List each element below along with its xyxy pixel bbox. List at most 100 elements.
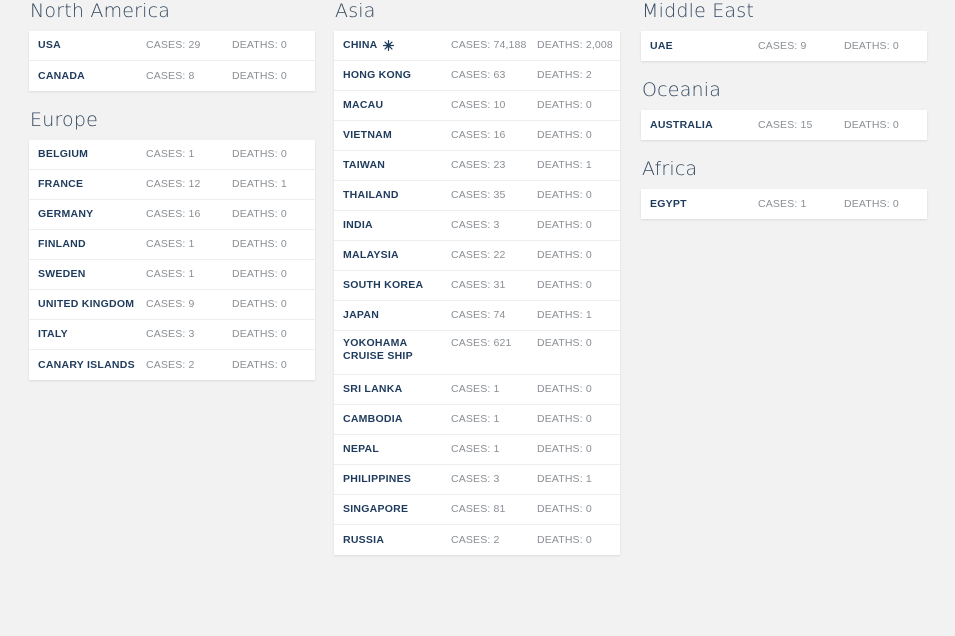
country-label: UNITED KINGDOM — [38, 298, 135, 310]
deaths-value: DEATHS: 1 — [537, 473, 592, 485]
region-card: CHINA CASES: 74,188 DEATHS: 2,008 HONG KONG… — [334, 31, 620, 555]
region-title: North America — [30, 0, 171, 22]
table-row[interactable]: SINGAPORE CASES: 81 DEATHS: 0 — [334, 495, 620, 525]
table-row[interactable]: CAMBODIA CASES: 1 DEATHS: 0 — [334, 405, 620, 435]
table-row[interactable]: RUSSIA CASES: 2 DEATHS: 0 — [334, 525, 620, 555]
cases-value: CASES: 22 — [451, 249, 506, 261]
country-label: RUSSIA — [343, 533, 385, 546]
country-label: AUSTRALIA — [650, 118, 713, 131]
table-row[interactable]: SOUTH KOREA CASES: 31 DEATHS: 0 — [334, 271, 620, 301]
cases-value: CASES: 12 — [146, 178, 201, 190]
virus-origin-icon — [382, 40, 394, 51]
deaths-value: DEATHS: 0 — [537, 413, 592, 425]
table-row[interactable]: SRI LANKA CASES: 1 DEATHS: 0 — [334, 375, 620, 405]
deaths-value: DEATHS: 0 — [232, 208, 287, 220]
cases-value: CASES: 1 — [451, 413, 500, 425]
region-column-center: Asia CHINA CASES: 74,188 DEATHS: 2,008 HONG … — [334, 0, 620, 573]
region-block-north-america: North America USA CASES: 29 DEATHS: 0 CANADA… — [29, 0, 315, 91]
table-row[interactable]: EGYPT CASES: 1 DEATHS: 0 — [641, 189, 927, 219]
table-row[interactable]: AUSTRALIA CASES: 15 DEATHS: 0 — [641, 110, 927, 140]
country-label: CANADA — [38, 69, 85, 82]
country-cell: JAPAN — [343, 309, 451, 322]
cases-value: CASES: 621 — [451, 337, 512, 349]
region-block-africa: Africa EGYPT CASES: 1 DEATHS: 0 — [641, 158, 927, 219]
country-label: NEPAL — [343, 443, 380, 455]
country-label: CHINA — [343, 39, 378, 51]
table-row[interactable]: MACAU CASES: 10 DEATHS: 0 — [334, 91, 620, 121]
table-row[interactable]: FINLAND CASES: 1 DEATHS: 0 — [29, 230, 315, 260]
country-cell: HONG KONG — [343, 69, 451, 82]
cases-value: CASES: 8 — [146, 69, 195, 82]
table-row[interactable]: THAILAND CASES: 35 DEATHS: 0 — [334, 181, 620, 211]
table-row[interactable]: FRANCE CASES: 12 DEATHS: 1 — [29, 170, 315, 200]
deaths-value: DEATHS: 2,008 — [537, 39, 613, 51]
deaths-value: DEATHS: 0 — [537, 279, 592, 291]
table-row[interactable]: HONG KONG CASES: 63 DEATHS: 2 — [334, 61, 620, 91]
table-row[interactable]: INDIA CASES: 3 DEATHS: 0 — [334, 211, 620, 241]
table-row[interactable]: YOKOHAMA CRUISE SHIP CASES: 621 DEATHS: 0 — [334, 331, 620, 375]
deaths-value: DEATHS: 0 — [232, 39, 287, 51]
region-title: Oceania — [642, 79, 722, 101]
country-label: YOKOHAMA CRUISE SHIP — [343, 337, 413, 362]
country-label: FRANCE — [38, 178, 84, 190]
deaths-value: DEATHS: 1 — [232, 178, 287, 190]
table-row[interactable]: CANARY ISLANDS CASES: 2 DEATHS: 0 — [29, 350, 315, 380]
country-cell: TAIWAN — [343, 159, 451, 172]
country-cell: FRANCE — [38, 178, 146, 191]
country-cell: SOUTH KOREA — [343, 279, 451, 292]
country-cell: BELGIUM — [38, 148, 146, 161]
table-row[interactable]: CANADA CASES: 8 DEATHS: 0 — [29, 61, 315, 91]
table-row[interactable]: UNITED KINGDOM CASES: 9 DEATHS: 0 — [29, 290, 315, 320]
deaths-value: DEATHS: 0 — [232, 358, 287, 371]
cases-value: CASES: 2 — [451, 533, 500, 546]
table-row[interactable]: CHINA CASES: 74,188 DEATHS: 2,008 — [334, 31, 620, 61]
cases-value: CASES: 29 — [146, 39, 201, 51]
country-label: MACAU — [343, 99, 384, 111]
deaths-value: DEATHS: 0 — [232, 298, 287, 310]
table-row[interactable]: MALAYSIA CASES: 22 DEATHS: 0 — [334, 241, 620, 271]
country-label: CANARY ISLANDS — [38, 358, 135, 371]
country-label: JAPAN — [343, 309, 380, 321]
cases-value: CASES: 1 — [146, 238, 195, 250]
table-row[interactable]: PHILIPPINES CASES: 3 DEATHS: 1 — [334, 465, 620, 495]
table-row[interactable]: UAE CASES: 9 DEATHS: 0 — [641, 31, 927, 61]
country-label: SOUTH KOREA — [343, 279, 424, 291]
table-row[interactable]: JAPAN CASES: 74 DEATHS: 1 — [334, 301, 620, 331]
table-row[interactable]: TAIWAN CASES: 23 DEATHS: 1 — [334, 151, 620, 181]
cases-value: CASES: 74 — [451, 309, 506, 321]
country-cell: SINGAPORE — [343, 503, 451, 516]
table-row[interactable]: NEPAL CASES: 1 DEATHS: 0 — [334, 435, 620, 465]
country-cell: CHINA — [343, 39, 451, 52]
country-label: UAE — [650, 39, 673, 52]
country-label: SWEDEN — [38, 268, 86, 280]
country-cell: MACAU — [343, 99, 451, 112]
cases-value: CASES: 23 — [451, 159, 506, 171]
deaths-value: DEATHS: 0 — [844, 197, 899, 210]
region-block-asia: Asia CHINA CASES: 74,188 DEATHS: 2,008 HONG … — [334, 0, 620, 555]
table-row[interactable]: SWEDEN CASES: 1 DEATHS: 0 — [29, 260, 315, 290]
cases-value: CASES: 3 — [146, 328, 195, 340]
country-cell: USA — [38, 39, 146, 52]
table-row[interactable]: BELGIUM CASES: 1 DEATHS: 0 — [29, 140, 315, 170]
cases-value: CASES: 9 — [758, 39, 807, 52]
region-title: Europe — [30, 109, 99, 131]
region-column-left: North America USA CASES: 29 DEATHS: 0 CANADA… — [29, 0, 315, 398]
table-row[interactable]: ITALY CASES: 3 DEATHS: 0 — [29, 320, 315, 350]
deaths-value: DEATHS: 0 — [537, 189, 592, 201]
table-row[interactable]: USA CASES: 29 DEATHS: 0 — [29, 31, 315, 61]
cases-value: CASES: 16 — [451, 129, 506, 141]
region-title: Middle East — [642, 0, 754, 22]
country-cell: AUSTRALIA — [650, 119, 758, 132]
region-title: Asia — [335, 0, 376, 22]
deaths-value: DEATHS: 1 — [537, 159, 592, 171]
table-row[interactable]: VIETNAM CASES: 16 DEATHS: 0 — [334, 121, 620, 151]
cases-value: CASES: 3 — [451, 219, 500, 231]
country-cell: UNITED KINGDOM — [38, 298, 146, 311]
deaths-value: DEATHS: 0 — [537, 219, 592, 231]
country-cell: YOKOHAMA CRUISE SHIP — [343, 337, 451, 363]
table-row[interactable]: GERMANY CASES: 16 DEATHS: 0 — [29, 200, 315, 230]
cases-value: CASES: 16 — [146, 208, 201, 220]
cases-value: CASES: 1 — [451, 383, 500, 395]
country-cell: FINLAND — [38, 238, 146, 251]
country-cell: MALAYSIA — [343, 249, 451, 262]
